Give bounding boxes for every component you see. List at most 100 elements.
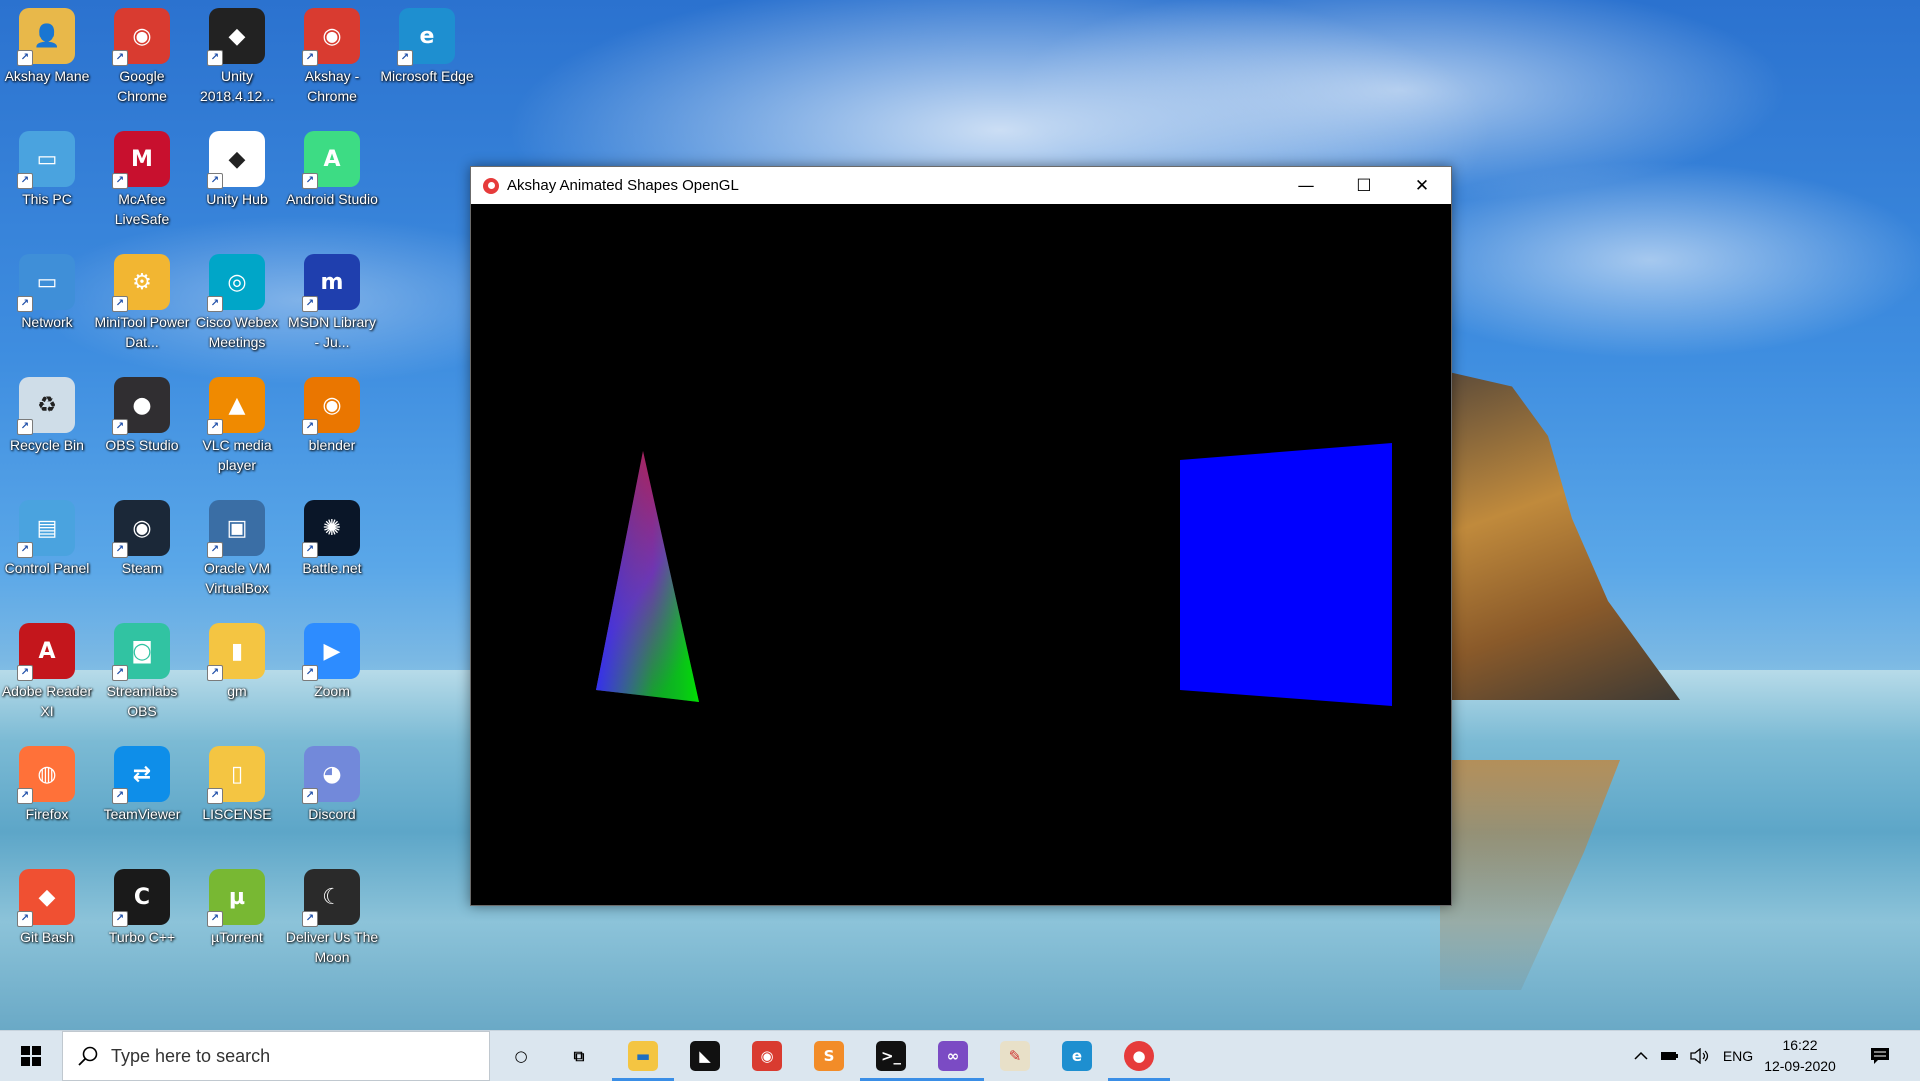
shortcut-arrow-icon: ↗ <box>302 419 318 435</box>
show-hidden-icons-button[interactable] <box>1628 1031 1654 1081</box>
shortcut-arrow-icon: ↗ <box>207 296 223 312</box>
desktop-icon[interactable]: ◉ ↗ Google Chrome <box>94 2 190 106</box>
taskbar-app-button[interactable]: S <box>798 1031 860 1081</box>
taskbar: Type here to search ○ ⧉ ▬ ◣ ◉ S >_ ∞ ✎ e ● ENG 16:… <box>0 1030 1920 1081</box>
minimize-button[interactable]: — <box>1277 167 1335 204</box>
desktop-icon[interactable]: ◆ ↗ Unity Hub <box>189 125 285 209</box>
desktop-icon[interactable]: m ↗ MSDN Library - Ju... <box>284 248 380 352</box>
desktop-icon-label: Battle.net <box>302 560 362 576</box>
start-button[interactable] <box>0 1031 62 1081</box>
desktop-icon[interactable]: ⇄ ↗ TeamViewer <box>94 740 190 824</box>
desktop-icon[interactable]: ▲ ↗ VLC media player <box>189 371 285 475</box>
desktop-icon[interactable]: ⚙ ↗ MiniTool Power Dat... <box>94 248 190 352</box>
clock[interactable]: 16:22 12-09-2020 <box>1750 1031 1850 1081</box>
shortcut-arrow-icon: ↗ <box>207 665 223 681</box>
battery-button[interactable] <box>1656 1031 1684 1081</box>
virtualbox-icon: ▣ ↗ <box>207 500 265 558</box>
desktop-icon[interactable]: ◆ ↗ Git Bash <box>0 863 95 947</box>
taskbar-app-button[interactable]: ◉ <box>736 1031 798 1081</box>
control-panel-icon: ▤ ↗ <box>17 500 75 558</box>
desktop-icon[interactable]: ◎ ↗ Cisco Webex Meetings <box>189 248 285 352</box>
shortcut-arrow-icon: ↗ <box>112 173 128 189</box>
volume-button[interactable] <box>1686 1031 1716 1081</box>
desktop-icon[interactable]: ◉ ↗ Akshay - Chrome <box>284 2 380 106</box>
desktop-icon[interactable]: ● ↗ OBS Studio <box>94 371 190 455</box>
taskbar-app-button[interactable]: ◣ <box>674 1031 736 1081</box>
search-placeholder: Type here to search <box>111 1045 271 1066</box>
shortcut-arrow-icon: ↗ <box>207 173 223 189</box>
desktop-icon[interactable]: ▮ ↗ gm <box>189 617 285 701</box>
taskbar-app-button[interactable]: >_ <box>860 1031 922 1081</box>
desktop-icon[interactable]: A ↗ Android Studio <box>284 125 380 209</box>
shortcut-arrow-icon: ↗ <box>207 542 223 558</box>
unity-icon: ◆ ↗ <box>207 8 265 66</box>
shortcut-arrow-icon: ↗ <box>17 173 33 189</box>
action-center-button[interactable] <box>1860 1031 1900 1081</box>
shortcut-arrow-icon: ↗ <box>207 911 223 927</box>
desktop-icon[interactable]: ◍ ↗ Firefox <box>0 740 95 824</box>
shortcut-arrow-icon: ↗ <box>17 665 33 681</box>
desktop-icon[interactable]: µ ↗ µTorrent <box>189 863 285 947</box>
chevron-up-icon <box>1634 1051 1648 1060</box>
desktop-icon[interactable]: ▶ ↗ Zoom <box>284 617 380 701</box>
title-bar[interactable]: Akshay Animated Shapes OpenGL — ☐ ✕ <box>471 167 1451 204</box>
desktop-icon[interactable]: e ↗ Microsoft Edge <box>379 2 475 86</box>
computer-icon: ▭ ↗ <box>17 131 75 189</box>
desktop-icon-label: Network <box>21 314 73 330</box>
desktop-icon-label: Cisco Webex Meetings <box>195 314 279 350</box>
task-view-icon: ⧉ <box>573 1047 585 1065</box>
taskbar-app-button[interactable]: e <box>1046 1031 1108 1081</box>
desktop-icon[interactable]: ▤ ↗ Control Panel <box>0 494 95 578</box>
battlenet-icon: ✺ ↗ <box>302 500 360 558</box>
taskbar-app-button[interactable]: ○ <box>490 1031 552 1081</box>
desktop-icon[interactable]: ♻ ↗ Recycle Bin <box>0 371 95 455</box>
desktop-icon-label: This PC <box>22 191 72 207</box>
desktop-icon-label: OBS Studio <box>105 437 179 453</box>
desktop-icon-label: Streamlabs OBS <box>106 683 178 719</box>
desktop-icon[interactable]: ▣ ↗ Oracle VM VirtualBox <box>189 494 285 598</box>
desktop-icon[interactable]: ☾ ↗ Deliver Us The Moon <box>284 863 380 967</box>
desktop-icon[interactable]: M ↗ McAfee LiveSafe <box>94 125 190 229</box>
desktop-icon-label: Recycle Bin <box>10 437 84 453</box>
opengl-window[interactable]: Akshay Animated Shapes OpenGL — ☐ ✕ <box>470 166 1452 906</box>
obs-icon: ● ↗ <box>112 377 170 435</box>
desktop-icon-label: gm <box>227 683 247 699</box>
taskbar-app-button[interactable]: ● <box>1108 1031 1170 1081</box>
shortcut-arrow-icon: ↗ <box>112 50 128 66</box>
edge-icon: e ↗ <box>397 8 455 66</box>
desktop-icon-label: blender <box>308 437 356 453</box>
desktop-icon[interactable]: C ↗ Turbo C++ <box>94 863 190 947</box>
visual-studio-icon: ∞ <box>938 1041 968 1071</box>
taskbar-app-button[interactable]: ⧉ <box>548 1031 610 1081</box>
desktop-icon[interactable]: ▭ ↗ Network <box>0 248 95 332</box>
close-button[interactable]: ✕ <box>1393 167 1451 204</box>
desktop-icon-label: µTorrent <box>211 929 263 945</box>
desktop-icon[interactable]: ◉ ↗ blender <box>284 371 380 455</box>
desktop-icon[interactable]: ▯ ↗ LISCENSE <box>189 740 285 824</box>
desktop-icon[interactable]: ◙ ↗ Streamlabs OBS <box>94 617 190 721</box>
desktop-icon[interactable]: ✺ ↗ Battle.net <box>284 494 380 578</box>
desktop-icon[interactable]: ▭ ↗ This PC <box>0 125 95 209</box>
desktop-icon[interactable]: A ↗ Adobe Reader XI <box>0 617 95 721</box>
desktop-icon-label: Steam <box>121 560 163 576</box>
taskbar-app-button[interactable]: ∞ <box>922 1031 984 1081</box>
taskbar-app-button[interactable]: ✎ <box>984 1031 1046 1081</box>
utorrent-icon: µ ↗ <box>207 869 265 927</box>
desktop-icon[interactable]: ◕ ↗ Discord <box>284 740 380 824</box>
edge-icon: e <box>1062 1041 1092 1071</box>
search-icon <box>78 1046 98 1066</box>
search-box[interactable]: Type here to search <box>62 1031 490 1081</box>
shortcut-arrow-icon: ↗ <box>112 542 128 558</box>
shortcut-arrow-icon: ↗ <box>302 173 318 189</box>
shortcut-arrow-icon: ↗ <box>17 788 33 804</box>
desktop-icon[interactable]: ◆ ↗ Unity 2018.4.12... <box>189 2 285 106</box>
desktop-icon[interactable]: 👤 ↗ Akshay Mane <box>0 2 95 86</box>
file-explorer-icon: ▬ <box>628 1041 658 1071</box>
taskbar-app-button[interactable]: ▬ <box>612 1031 674 1081</box>
rainbow-triangle-shade <box>596 451 699 702</box>
document-icon: ▯ ↗ <box>207 746 265 804</box>
desktop-icon[interactable]: ◉ ↗ Steam <box>94 494 190 578</box>
shortcut-arrow-icon: ↗ <box>112 419 128 435</box>
maximize-button[interactable]: ☐ <box>1335 167 1393 204</box>
desktop-icon-label: Control Panel <box>4 560 90 576</box>
